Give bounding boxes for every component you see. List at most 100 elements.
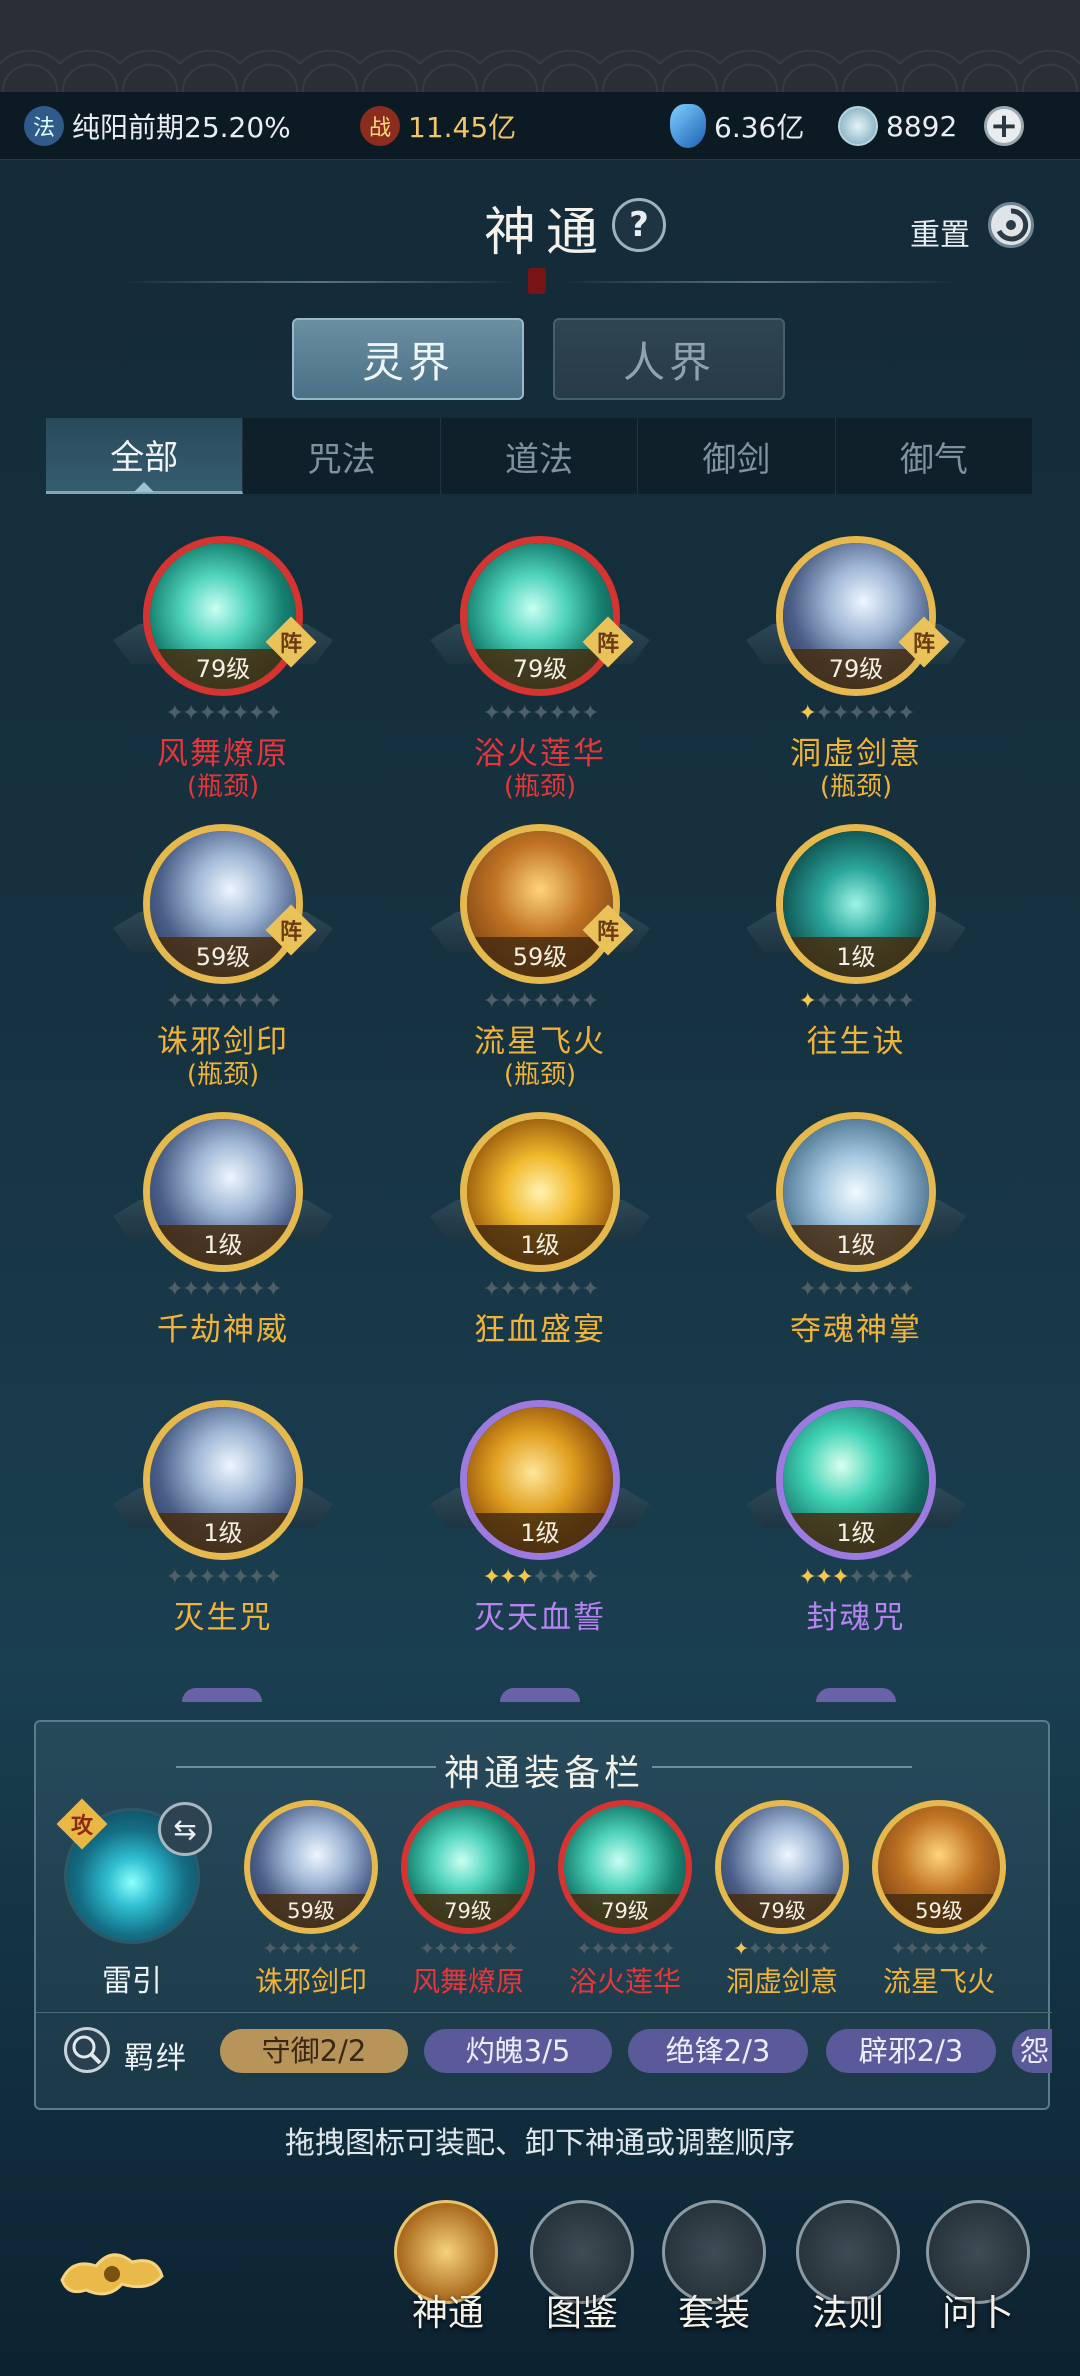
skill-card[interactable]: 1级 ✦✦✦✦✦✦✦ 灭生咒 bbox=[103, 1396, 343, 1656]
skill-level: 1级 bbox=[150, 1225, 296, 1265]
add-currency-button[interactable]: + bbox=[984, 104, 1032, 148]
bond-row: 羁绊 守御2/2 灼魄3/5 绝锋2/3 辟邪2/3 怨 bbox=[36, 2012, 1052, 2082]
skill-card[interactable]: 79级阵 ✦✦✦✦✦✦✦ 洞虚剑意 (瓶颈) bbox=[736, 532, 976, 802]
equip-slot-icon[interactable]: 79级 bbox=[715, 1800, 849, 1934]
equip-slot[interactable]: 79级 ✦✦✦✦✦✦✦ 风舞燎原 bbox=[393, 1800, 543, 2000]
jade-currency[interactable]: 8892 bbox=[838, 104, 957, 148]
skill-icon[interactable]: 79级 bbox=[143, 536, 303, 696]
reset-swirl-icon[interactable] bbox=[988, 202, 1034, 248]
equip-slot-icon[interactable]: 79级 bbox=[401, 1800, 535, 1934]
spirit-stone-currency[interactable]: 6.36亿 bbox=[670, 104, 804, 148]
skill-name: 往生诀 bbox=[806, 1024, 906, 1060]
skill-name: 狂血盛宴 bbox=[474, 1312, 606, 1348]
tab-all[interactable]: 全部 bbox=[46, 418, 244, 494]
skill-icon[interactable]: 59级 bbox=[143, 824, 303, 984]
skill-card[interactable]: 1级 ✦✦✦✦✦✦✦ 千劫神威 bbox=[103, 1108, 343, 1368]
skill-card[interactable]: 59级阵 ✦✦✦✦✦✦✦ 诛邪剑印 (瓶颈) bbox=[103, 820, 343, 1090]
equip-slot-icon[interactable]: 59级 bbox=[872, 1800, 1006, 1934]
tab-incantation[interactable]: 咒法 bbox=[243, 418, 441, 494]
skill-bottleneck-note: (瓶颈) bbox=[186, 1060, 260, 1090]
skill-icon[interactable]: 79级 bbox=[776, 536, 936, 696]
skill-card[interactable]: 1级 ✦✦✦✦✦✦✦ 灭天血誓 bbox=[420, 1396, 660, 1656]
nav-label-set[interactable]: 套装 bbox=[654, 2284, 774, 2336]
tab-qi-control[interactable]: 御气 bbox=[836, 418, 1032, 494]
star-rating: ✦✦✦✦✦✦✦ bbox=[798, 989, 915, 1014]
skill-icon[interactable]: 1级 bbox=[460, 1400, 620, 1560]
nav-label-law[interactable]: 法则 bbox=[788, 2284, 908, 2336]
skill-card[interactable]: 1级 ✦✦✦✦✦✦✦ 封魂咒 bbox=[736, 1396, 976, 1656]
skill-card[interactable]: 1级 ✦✦✦✦✦✦✦ 狂血盛宴 bbox=[420, 1108, 660, 1368]
bond-label: 羁绊 bbox=[124, 2041, 188, 2076]
nav-label-divination[interactable]: 问卜 bbox=[918, 2284, 1038, 2336]
equip-slot[interactable]: 79级 ✦✦✦✦✦✦✦ 浴火莲华 bbox=[550, 1800, 700, 2000]
equip-slot[interactable]: 59级 ✦✦✦✦✦✦✦ 流星飞火 bbox=[864, 1800, 1014, 2000]
page-title: 神通 bbox=[484, 203, 609, 263]
blue-crystal-icon bbox=[670, 104, 706, 148]
skill-name: 灭天血誓 bbox=[474, 1600, 606, 1636]
equip-slot-name: 诛邪剑印 bbox=[254, 1965, 367, 1998]
next-row-skill-peek bbox=[816, 1688, 896, 1702]
equip-slot-icon[interactable]: 79级 bbox=[558, 1800, 692, 1934]
tab-spirit-realm[interactable]: 灵界 bbox=[292, 318, 524, 400]
page-header: 神通 ? 重置 bbox=[0, 190, 1080, 263]
bond-chip-ward-evil[interactable]: 辟邪2/3 bbox=[826, 2029, 996, 2073]
spirit-stone-text: 6.36亿 bbox=[714, 111, 805, 144]
equip-slot[interactable]: 59级 ✦✦✦✦✦✦✦ 诛邪剑印 bbox=[236, 1800, 386, 2000]
skill-icon[interactable]: 59级 bbox=[460, 824, 620, 984]
resource-bar: 法 纯阳前期25.20% 战 11.45亿 6.36亿 8892 + bbox=[0, 92, 1080, 160]
title-divider-right bbox=[560, 281, 960, 283]
drag-hint-text: 拖拽图标可装配、卸下神通或调整顺序 bbox=[285, 2126, 795, 2161]
skill-card[interactable]: 59级阵 ✦✦✦✦✦✦✦ 流星飞火 (瓶颈) bbox=[420, 820, 660, 1090]
star-rating: ✦✦✦✦✦✦✦ bbox=[576, 1938, 675, 1960]
star-rating: ✦✦✦✦✦✦✦ bbox=[890, 1938, 989, 1960]
next-row-skill-peek bbox=[182, 1688, 262, 1702]
equip-slot-level: 79级 bbox=[407, 1894, 529, 1928]
skill-icon[interactable]: 1级 bbox=[776, 1112, 936, 1272]
skill-card[interactable]: 1级 ✦✦✦✦✦✦✦ 夺魂神掌 bbox=[736, 1108, 976, 1368]
tab-human-realm[interactable]: 人界 bbox=[553, 318, 785, 400]
fa-badge-icon: 法 bbox=[24, 106, 64, 146]
equip-slot-name: 风舞燎原 bbox=[411, 1965, 524, 1998]
equip-panel-title: 神通装备栏 bbox=[443, 1753, 644, 1794]
skill-icon[interactable]: 79级 bbox=[460, 536, 620, 696]
star-rating: ✦✦✦✦✦✦✦ bbox=[733, 1938, 832, 1960]
red-seal-icon bbox=[528, 268, 546, 294]
equip-slot-level: 59级 bbox=[250, 1894, 372, 1928]
bond-chip-grudge[interactable]: 怨 bbox=[1012, 2029, 1052, 2073]
reset-label[interactable]: 重置 bbox=[910, 210, 970, 254]
skill-icon[interactable]: 1级 bbox=[776, 824, 936, 984]
skill-level: 59级 bbox=[150, 937, 296, 977]
skill-icon[interactable]: 1级 bbox=[143, 1112, 303, 1272]
skill-level: 79级 bbox=[467, 649, 613, 689]
magnifier-icon[interactable] bbox=[64, 2027, 110, 2073]
equip-slot[interactable]: 79级 ✦✦✦✦✦✦✦ 洞虚剑意 bbox=[707, 1800, 857, 2000]
auspicious-cloud-icon[interactable] bbox=[52, 2240, 172, 2310]
skill-card[interactable]: 79级阵 ✦✦✦✦✦✦✦ 浴火莲华 (瓶颈) bbox=[420, 532, 660, 802]
bond-chip-defense[interactable]: 守御2/2 bbox=[220, 2029, 408, 2073]
skill-level: 79级 bbox=[150, 649, 296, 689]
realm-progress[interactable]: 法 纯阳前期25.20% bbox=[24, 104, 291, 148]
skill-card[interactable]: 1级 ✦✦✦✦✦✦✦ 往生诀 bbox=[736, 820, 976, 1080]
skill-icon[interactable]: 1级 bbox=[143, 1400, 303, 1560]
nav-label-codex[interactable]: 图鉴 bbox=[522, 2284, 642, 2336]
skill-bottleneck-note: (瓶颈) bbox=[503, 1060, 577, 1090]
skill-icon[interactable]: 1级 bbox=[776, 1400, 936, 1560]
skill-icon[interactable]: 1级 bbox=[460, 1112, 620, 1272]
battle-badge-icon: 战 bbox=[360, 106, 400, 146]
star-rating: ✦✦✦✦✦✦✦ bbox=[419, 1938, 518, 1960]
star-rating: ✦✦✦✦✦✦✦ bbox=[165, 1565, 282, 1590]
skill-bottleneck-note: (瓶颈) bbox=[819, 772, 893, 802]
skill-level: 1级 bbox=[783, 1513, 929, 1553]
swap-arrows-button[interactable]: ⇆ bbox=[158, 1802, 212, 1856]
help-button[interactable]: ? bbox=[612, 198, 666, 252]
combat-power[interactable]: 战 11.45亿 bbox=[360, 104, 516, 148]
star-rating: ✦✦✦✦✦✦✦ bbox=[262, 1938, 361, 1960]
bond-chip-sharpness[interactable]: 绝锋2/3 bbox=[628, 2029, 808, 2073]
equip-slot-level: 79级 bbox=[721, 1894, 843, 1928]
tab-dao-art[interactable]: 道法 bbox=[441, 418, 639, 494]
bond-chip-soul-burn[interactable]: 灼魄3/5 bbox=[424, 2029, 612, 2073]
equip-slot-icon[interactable]: 59级 bbox=[244, 1800, 378, 1934]
nav-label-divine-art[interactable]: 神通 bbox=[388, 2284, 508, 2336]
tab-sword-control[interactable]: 御剑 bbox=[638, 418, 836, 494]
skill-card[interactable]: 79级阵 ✦✦✦✦✦✦✦ 风舞燎原 (瓶颈) bbox=[103, 532, 343, 802]
